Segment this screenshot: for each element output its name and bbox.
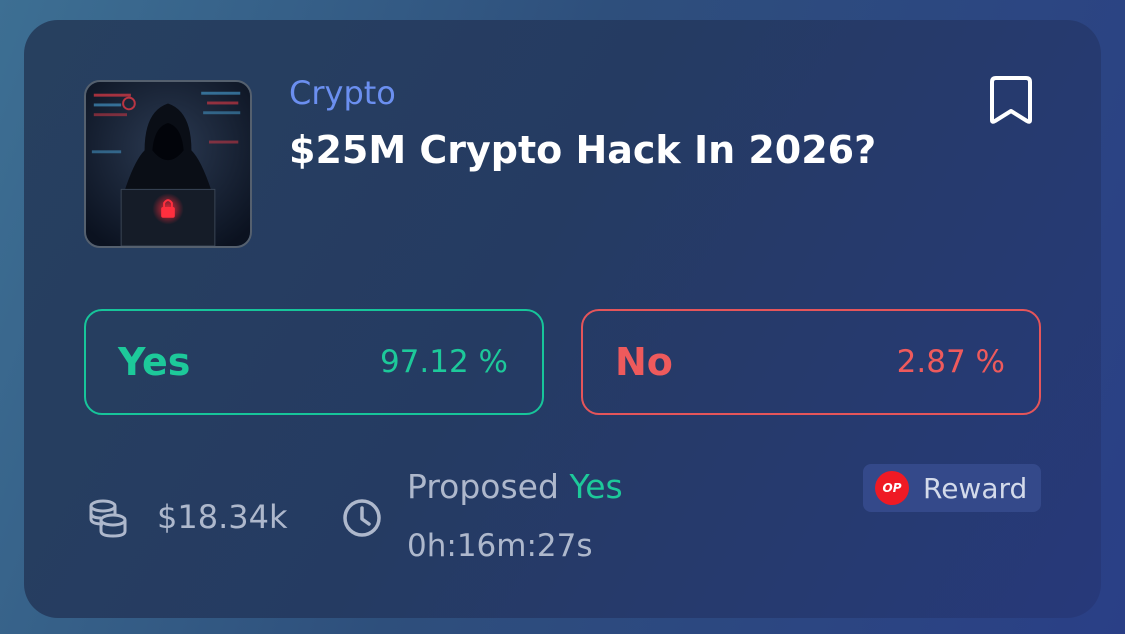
proposed-label: Proposed (407, 467, 559, 506)
proposed-value: Yes (569, 467, 623, 506)
yes-percent: 97.12 % (379, 344, 508, 380)
reward-button[interactable]: OP Reward (863, 464, 1041, 512)
coins-icon (86, 497, 128, 539)
yes-outcome-button[interactable]: Yes 97.12 % (84, 309, 544, 415)
volume-value: $18.34k (157, 498, 288, 536)
no-outcome-button[interactable]: No 2.87 % (581, 309, 1041, 415)
proposed-status: Proposed Yes (407, 467, 623, 506)
clock-icon (341, 497, 383, 539)
no-label: No (615, 340, 673, 384)
bookmark-button[interactable] (988, 74, 1034, 126)
yes-label: Yes (118, 340, 191, 384)
optimism-logo-icon: OP (875, 471, 909, 505)
reward-label: Reward (923, 471, 1028, 505)
market-category: Crypto (289, 74, 396, 112)
market-title[interactable]: $25M Crypto Hack In 2026? (289, 128, 876, 172)
no-percent: 2.87 % (896, 344, 1005, 380)
countdown-timer: 0h:16m:27s (407, 528, 593, 564)
market-thumbnail (84, 80, 252, 248)
bookmark-icon (990, 76, 1032, 124)
